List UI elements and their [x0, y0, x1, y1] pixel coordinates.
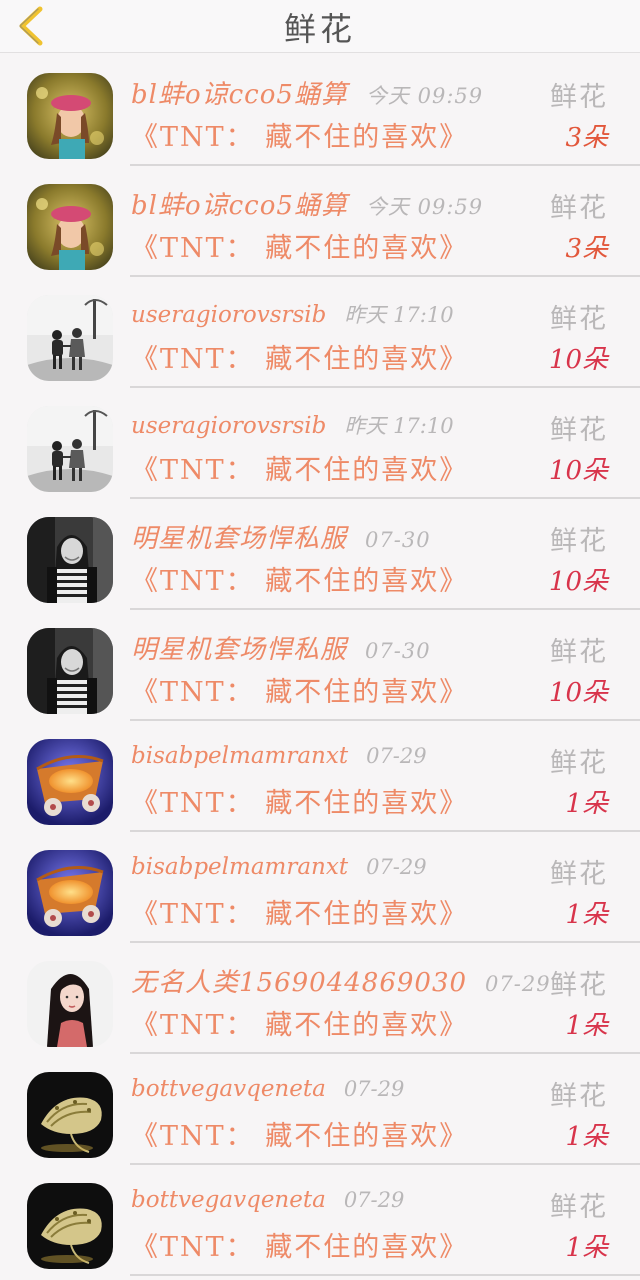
list-item[interactable]: bottvegavqeneta 07-29 《TNT： 藏不住的喜欢》 鲜花 1朵 — [0, 1054, 640, 1165]
gift-type-label: 鲜花 — [550, 637, 608, 668]
username-text: useragiorovsrsib — [131, 413, 327, 439]
gift-count: 3朵 — [565, 234, 608, 264]
gift-type-label: 鲜花 — [550, 748, 608, 779]
list-item[interactable]: bl蚌o谅cco5蛹算 今天 09:59 《TNT： 藏不住的喜欢》 鲜花 3朵 — [0, 55, 640, 166]
username: bisabpelmamranxt 07-29 — [131, 854, 427, 880]
gift-type-label: 鲜花 — [550, 304, 608, 335]
timestamp: 07-29 — [366, 855, 427, 879]
avatar-seashell[interactable] — [27, 1072, 113, 1158]
avatar-seashell[interactable] — [27, 1183, 113, 1269]
timestamp: 07-29 — [366, 744, 427, 768]
avatar-kids-walking[interactable] — [27, 406, 113, 492]
username: 明星机套场悍私服 07-30 — [131, 518, 431, 555]
username-text: bl蚌o谅cco5蛹算 — [131, 191, 348, 221]
username-text: bottvegavqeneta — [131, 1076, 326, 1102]
avatar-girl-pink-hat[interactable] — [27, 73, 113, 159]
username: bl蚌o谅cco5蛹算 今天 09:59 — [131, 185, 483, 222]
username-text: 无名人类1569044869030 — [131, 968, 468, 998]
gift-count: 10朵 — [548, 567, 608, 597]
gift-count: 10朵 — [548, 678, 608, 708]
gift-count: 3朵 — [565, 123, 608, 153]
gift-count: 1朵 — [565, 789, 608, 819]
gift-title: 《TNT： 藏不住的喜欢》 — [131, 899, 469, 930]
timestamp: 07-30 — [365, 639, 431, 663]
gift-title: 《TNT： 藏不住的喜欢》 — [131, 455, 469, 486]
timestamp: 07-29 — [485, 972, 551, 996]
avatar-woman-long-hair[interactable] — [27, 961, 113, 1047]
flower-record-list: bl蚌o谅cco5蛹算 今天 09:59 《TNT： 藏不住的喜欢》 鲜花 3朵 … — [0, 55, 640, 1276]
row-divider — [130, 1274, 640, 1276]
gift-type-label: 鲜花 — [550, 859, 608, 890]
list-item[interactable]: bisabpelmamranxt 07-29 《TNT： 藏不住的喜欢》 鲜花 1… — [0, 721, 640, 832]
username-text: bisabpelmamranxt — [131, 743, 349, 769]
avatar-orange-cart[interactable] — [27, 850, 113, 936]
list-item[interactable]: useragiorovsrsib 昨天 17:10 《TNT： 藏不住的喜欢》 鲜… — [0, 388, 640, 499]
timestamp: 今天 09:59 — [365, 195, 484, 219]
page-title: 鲜花 — [283, 10, 356, 48]
username: bl蚌o谅cco5蛹算 今天 09:59 — [131, 74, 483, 111]
username: useragiorovsrsib 昨天 17:10 — [131, 299, 454, 329]
timestamp: 昨天 17:10 — [344, 303, 454, 327]
username-text: useragiorovsrsib — [131, 302, 327, 328]
gift-title: 《TNT： 藏不住的喜欢》 — [131, 1010, 469, 1041]
timestamp: 07-29 — [343, 1077, 405, 1101]
username-text: bisabpelmamranxt — [131, 854, 349, 880]
list-item[interactable]: bl蚌o谅cco5蛹算 今天 09:59 《TNT： 藏不住的喜欢》 鲜花 3朵 — [0, 166, 640, 277]
gift-title: 《TNT： 藏不住的喜欢》 — [131, 122, 469, 153]
gift-count: 10朵 — [548, 456, 608, 486]
gift-count: 1朵 — [565, 1233, 608, 1263]
gift-title: 《TNT： 藏不住的喜欢》 — [131, 344, 469, 375]
gift-type-label: 鲜花 — [550, 415, 608, 446]
timestamp: 07-30 — [365, 528, 431, 552]
username-text: bl蚌o谅cco5蛹算 — [131, 80, 348, 110]
gift-title: 《TNT： 藏不住的喜欢》 — [131, 1121, 469, 1152]
gift-title: 《TNT： 藏不住的喜欢》 — [131, 677, 469, 708]
list-item[interactable]: 无名人类1569044869030 07-29 《TNT： 藏不住的喜欢》 鲜花 … — [0, 943, 640, 1054]
gift-title: 《TNT： 藏不住的喜欢》 — [131, 1232, 469, 1263]
gift-type-label: 鲜花 — [550, 526, 608, 557]
timestamp: 07-29 — [343, 1188, 405, 1212]
gift-count: 10朵 — [548, 345, 608, 375]
gift-type-label: 鲜花 — [550, 1192, 608, 1223]
username: bottvegavqeneta 07-29 — [131, 1187, 404, 1213]
avatar-kids-walking[interactable] — [27, 295, 113, 381]
gift-type-label: 鲜花 — [550, 970, 608, 1001]
gift-title: 《TNT： 藏不住的喜欢》 — [131, 566, 469, 597]
avatar-woman-bw[interactable] — [27, 628, 113, 714]
top-bar: 鲜花 — [0, 0, 640, 53]
username: bisabpelmamranxt 07-29 — [131, 743, 427, 769]
gift-count: 1朵 — [565, 1011, 608, 1041]
list-item[interactable]: bisabpelmamranxt 07-29 《TNT： 藏不住的喜欢》 鲜花 1… — [0, 832, 640, 943]
username-text: 明星机套场悍私服 — [131, 524, 348, 554]
list-item[interactable]: useragiorovsrsib 昨天 17:10 《TNT： 藏不住的喜欢》 鲜… — [0, 277, 640, 388]
gift-type-label: 鲜花 — [550, 193, 608, 224]
avatar-orange-cart[interactable] — [27, 739, 113, 825]
avatar-girl-pink-hat[interactable] — [27, 184, 113, 270]
username-text: 明星机套场悍私服 — [131, 635, 348, 665]
gift-title: 《TNT： 藏不住的喜欢》 — [131, 233, 469, 264]
username-text: bottvegavqeneta — [131, 1187, 326, 1213]
gift-count: 1朵 — [565, 1122, 608, 1152]
username: useragiorovsrsib 昨天 17:10 — [131, 410, 454, 440]
username: 无名人类1569044869030 07-29 — [131, 962, 551, 999]
username: 明星机套场悍私服 07-30 — [131, 629, 431, 666]
list-item[interactable]: bottvegavqeneta 07-29 《TNT： 藏不住的喜欢》 鲜花 1朵 — [0, 1165, 640, 1276]
gift-type-label: 鲜花 — [550, 82, 608, 113]
avatar-woman-bw[interactable] — [27, 517, 113, 603]
gift-count: 1朵 — [565, 900, 608, 930]
gift-title: 《TNT： 藏不住的喜欢》 — [131, 788, 469, 819]
timestamp: 昨天 17:10 — [344, 414, 454, 438]
list-item[interactable]: 明星机套场悍私服 07-30 《TNT： 藏不住的喜欢》 鲜花 10朵 — [0, 610, 640, 721]
gift-type-label: 鲜花 — [550, 1081, 608, 1112]
list-item[interactable]: 明星机套场悍私服 07-30 《TNT： 藏不住的喜欢》 鲜花 10朵 — [0, 499, 640, 610]
username: bottvegavqeneta 07-29 — [131, 1076, 404, 1102]
timestamp: 今天 09:59 — [365, 84, 484, 108]
